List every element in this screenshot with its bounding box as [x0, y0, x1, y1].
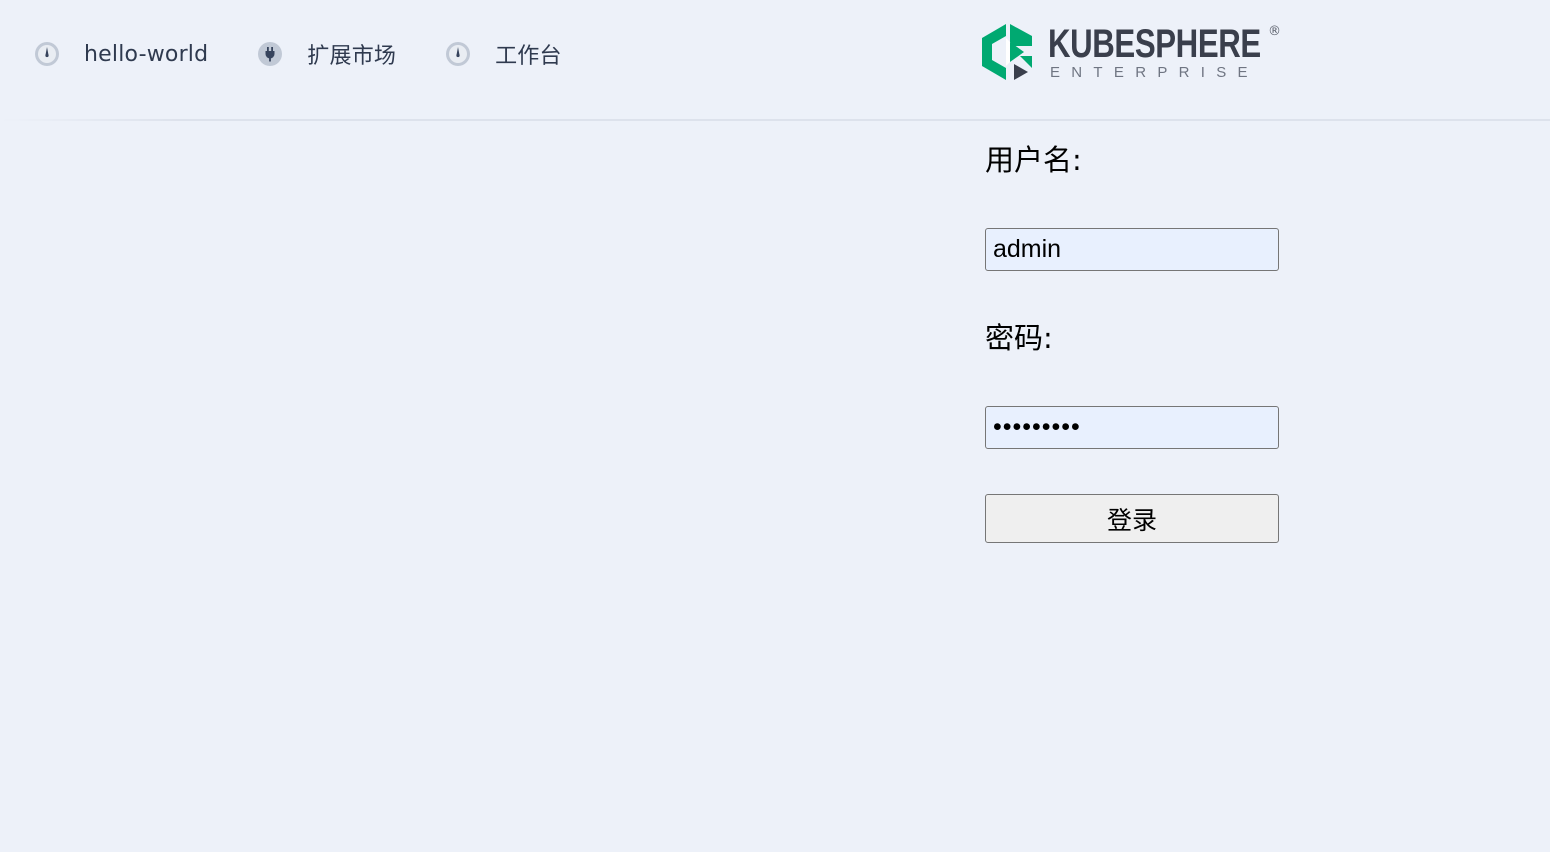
clock-icon — [34, 41, 60, 67]
kubesphere-logo-icon — [982, 24, 1032, 80]
username-label: 用户名: — [985, 143, 1082, 177]
logo-wordmark: KUBESPHERE — [1048, 22, 1261, 66]
plug-icon — [257, 41, 283, 67]
logo-edition: ENTERPRISE — [1050, 64, 1259, 81]
header-divider — [0, 119, 1550, 121]
password-input[interactable] — [985, 406, 1279, 449]
nav-item-label: hello-world — [84, 41, 209, 67]
username-input[interactable] — [985, 228, 1279, 271]
nav-item-label: 扩展市场 — [307, 44, 397, 69]
nav-item-workbench[interactable]: 工作台 — [445, 38, 562, 70]
clock-icon — [445, 41, 471, 67]
nav-item-hello-world[interactable]: hello-world — [34, 38, 208, 70]
nav-item-extension-market[interactable]: 扩展市场 — [257, 38, 396, 70]
kubesphere-logo: KUBESPHERE ® ENTERPRISE — [980, 22, 1290, 86]
main-nav: hello-world 扩展市场 工作台 — [34, 38, 611, 70]
top-navigation-bar: hello-world 扩展市场 工作台 KUBESPHERE ® ENTERP… — [0, 0, 1550, 121]
nav-item-label: 工作台 — [495, 44, 562, 69]
password-label: 密码: — [985, 321, 1053, 355]
login-button[interactable]: 登录 — [985, 494, 1279, 543]
registered-mark: ® — [1268, 24, 1281, 39]
